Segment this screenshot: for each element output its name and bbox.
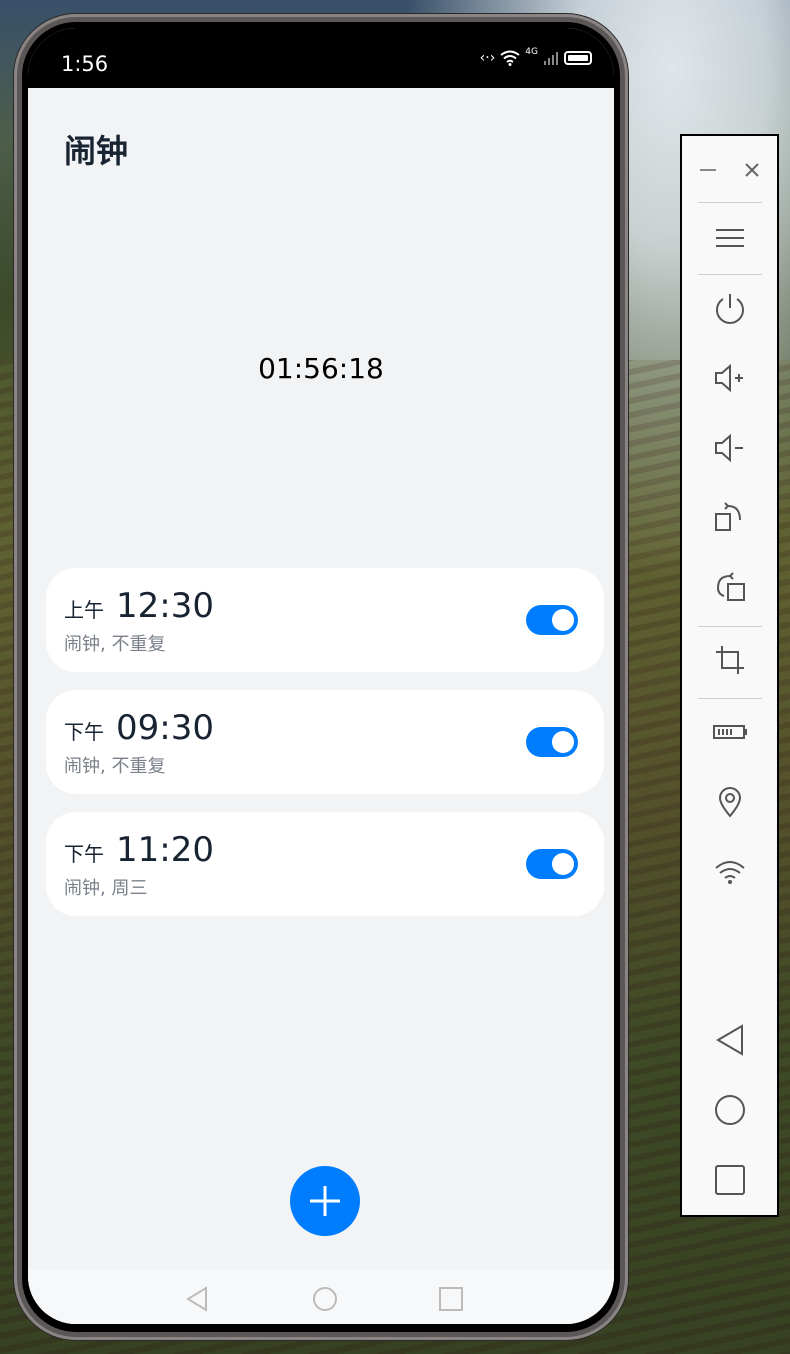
- plus-icon: [310, 1186, 340, 1216]
- cell-signal-icon: [544, 52, 558, 65]
- emulator-toolbar: [680, 134, 779, 1217]
- toolbar-divider: [698, 274, 762, 275]
- toolbar-divider: [698, 626, 762, 627]
- location-icon: [718, 787, 742, 818]
- close-icon: [745, 163, 759, 177]
- navigation-bar: [28, 1270, 614, 1324]
- power-icon: [716, 294, 744, 324]
- alarm-time: 11:20: [116, 830, 214, 870]
- volume-up-icon: [715, 363, 743, 393]
- rotate-right-button[interactable]: [702, 490, 758, 546]
- battery-button[interactable]: [702, 704, 758, 760]
- alarm-time: 12:30: [116, 586, 214, 626]
- status-icons: ‹·› 4G: [479, 47, 592, 66]
- alarm-description: 闹钟, 周三: [64, 878, 148, 899]
- back-icon[interactable]: [184, 1286, 210, 1312]
- phone-bezel: 1:56 ‹·› 4G 闹钟 01:56:18 上午 12:30 闹钟, 不重复…: [22, 22, 620, 1332]
- menu-icon: [716, 229, 744, 247]
- alarm-toggle[interactable]: [526, 849, 578, 879]
- alarm-period: 下午: [64, 720, 104, 744]
- phone-frame: 1:56 ‹·› 4G 闹钟 01:56:18 上午 12:30 闹钟, 不重复…: [14, 14, 628, 1340]
- back-icon: [716, 1024, 743, 1056]
- screenshot-button[interactable]: [702, 632, 758, 688]
- wifi-button[interactable]: [702, 844, 758, 900]
- alarm-toggle[interactable]: [526, 605, 578, 635]
- home-icon: [715, 1095, 745, 1125]
- alarm-period: 下午: [64, 842, 104, 866]
- rotate-left-icon: [716, 572, 745, 601]
- alarm-toggle[interactable]: [526, 727, 578, 757]
- power-button[interactable]: [702, 280, 758, 336]
- hotspot-icon: ‹·›: [479, 50, 496, 66]
- location-button[interactable]: [702, 774, 758, 830]
- volume-down-button[interactable]: [702, 420, 758, 476]
- alarm-period: 上午: [64, 598, 104, 622]
- minimize-icon: [700, 169, 716, 171]
- close-button[interactable]: [734, 142, 770, 198]
- recents-icon[interactable]: [438, 1286, 464, 1312]
- battery-icon: [564, 51, 592, 65]
- home-button[interactable]: [702, 1082, 758, 1138]
- wifi-signal-icon: [500, 50, 520, 66]
- home-icon[interactable]: [312, 1286, 338, 1312]
- status-time: 1:56: [61, 52, 109, 76]
- toggle-knob: [552, 853, 574, 875]
- menu-button[interactable]: [702, 210, 758, 266]
- toolbar-divider: [698, 202, 762, 203]
- alarm-card[interactable]: 上午 12:30 闹钟, 不重复: [46, 568, 604, 672]
- battery-icon: [713, 725, 747, 739]
- toggle-knob: [552, 731, 574, 753]
- volume-down-icon: [715, 433, 743, 463]
- minimize-button[interactable]: [690, 142, 726, 198]
- back-button[interactable]: [702, 1012, 758, 1068]
- rotate-left-button[interactable]: [702, 560, 758, 616]
- alarm-description: 闹钟, 不重复: [64, 634, 166, 655]
- network-type-label: 4G: [525, 47, 538, 57]
- page-title: 闹钟: [64, 132, 129, 170]
- toggle-knob: [552, 609, 574, 631]
- crop-icon: [716, 646, 744, 674]
- alarm-time: 09:30: [116, 708, 214, 748]
- recents-button[interactable]: [702, 1152, 758, 1208]
- add-alarm-button[interactable]: [290, 1166, 360, 1236]
- wifi-icon: [715, 861, 745, 884]
- device-screen: 1:56 ‹·› 4G 闹钟 01:56:18 上午 12:30 闹钟, 不重复…: [28, 28, 614, 1324]
- volume-up-button[interactable]: [702, 350, 758, 406]
- alarm-card[interactable]: 下午 11:20 闹钟, 周三: [46, 812, 604, 916]
- rotate-right-icon: [715, 502, 741, 531]
- alarm-description: 闹钟, 不重复: [64, 756, 166, 777]
- status-bar: 1:56 ‹·› 4G: [28, 28, 614, 88]
- current-time-display: 01:56:18: [258, 352, 384, 385]
- alarm-card[interactable]: 下午 09:30 闹钟, 不重复: [46, 690, 604, 794]
- toolbar-divider: [698, 698, 762, 699]
- recents-icon: [715, 1165, 745, 1195]
